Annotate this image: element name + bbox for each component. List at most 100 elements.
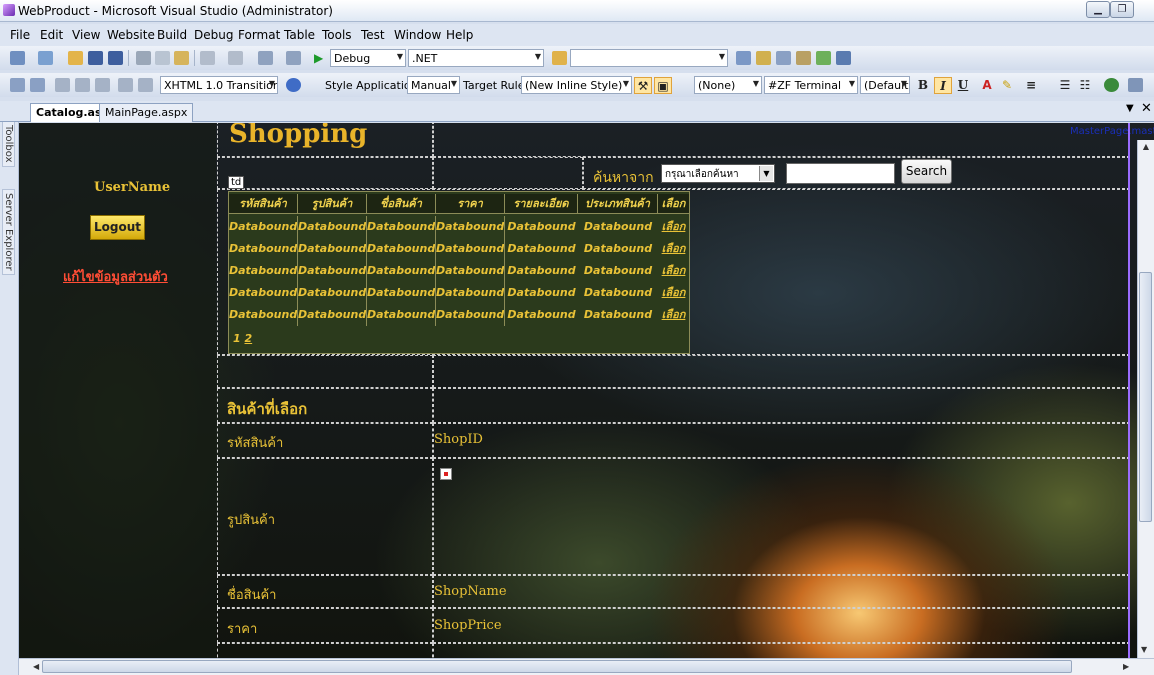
font-name-select[interactable]: #ZF Terminal ▼ bbox=[764, 76, 858, 94]
toolbox-icon[interactable] bbox=[796, 51, 811, 65]
start-page-icon[interactable] bbox=[816, 51, 831, 65]
menu-window[interactable]: Window bbox=[394, 28, 441, 42]
pager-page-2[interactable]: 2 bbox=[245, 332, 253, 345]
new-project-icon[interactable] bbox=[10, 51, 25, 65]
menu-tools[interactable]: Tools bbox=[322, 28, 352, 42]
css-class-select[interactable]: (None) ▼ bbox=[694, 76, 762, 94]
horizontal-scroll-thumb[interactable] bbox=[42, 660, 1072, 673]
undo-icon[interactable] bbox=[200, 51, 215, 65]
other-windows-icon[interactable] bbox=[836, 51, 851, 65]
paste-icon[interactable] bbox=[174, 51, 189, 65]
select-link[interactable]: เลือก bbox=[658, 260, 689, 282]
standard-toolbar: ▶ Debug ▼ .NET ▼ ▼ bbox=[0, 46, 1154, 70]
server-explorer-tab[interactable]: Server Explorer bbox=[2, 189, 15, 275]
save-icon[interactable] bbox=[88, 51, 103, 65]
toolbox-tab[interactable]: Toolbox bbox=[2, 121, 15, 167]
bullets-icon[interactable]: ☰ bbox=[1056, 77, 1074, 94]
vertical-scroll-thumb[interactable] bbox=[1139, 272, 1152, 522]
select-link[interactable]: เลือก bbox=[658, 304, 689, 326]
style-application-select[interactable]: Manual ▼ bbox=[407, 76, 460, 94]
menu-edit[interactable]: Edit bbox=[40, 28, 63, 42]
grid-cell: Databound bbox=[229, 282, 298, 304]
style-app-value: Manual bbox=[411, 79, 451, 92]
find-in-files-icon[interactable] bbox=[552, 51, 567, 65]
menu-file[interactable]: File bbox=[10, 28, 30, 42]
target-rule-value: (New Inline Style) bbox=[525, 79, 623, 92]
scroll-left-icon[interactable]: ◀ bbox=[33, 662, 39, 671]
select-link[interactable]: เลือก bbox=[658, 216, 689, 238]
underline-button[interactable]: U bbox=[954, 77, 972, 94]
font-size-select[interactable]: (Default ▼ bbox=[860, 76, 910, 94]
indent-icon[interactable] bbox=[10, 78, 25, 92]
menu-website[interactable]: Website bbox=[107, 28, 155, 42]
restore-button[interactable]: ❐ bbox=[1110, 1, 1134, 18]
doctype-select[interactable]: XHTML 1.0 Transition ▼ bbox=[160, 76, 278, 94]
menu-format[interactable]: Format bbox=[238, 28, 280, 42]
decrease-indent-icon[interactable] bbox=[95, 78, 110, 92]
hyperlink-icon[interactable] bbox=[1104, 78, 1119, 92]
more-tools-icon[interactable] bbox=[1128, 78, 1143, 92]
menu-table[interactable]: Table bbox=[284, 28, 315, 42]
copy-icon[interactable] bbox=[155, 51, 170, 65]
separator bbox=[128, 50, 129, 66]
solution-explorer-icon[interactable] bbox=[756, 51, 771, 65]
navigate-backward-icon[interactable] bbox=[258, 51, 273, 65]
save-all-icon[interactable] bbox=[108, 51, 123, 65]
find-icon[interactable] bbox=[736, 51, 751, 65]
align-icon[interactable] bbox=[118, 78, 133, 92]
solution-configuration-select[interactable]: Debug ▼ bbox=[330, 49, 406, 67]
grid-cell: Databound bbox=[507, 308, 576, 321]
scroll-up-icon[interactable]: ▲ bbox=[1138, 142, 1154, 151]
new-style-icon[interactable]: ⚒ bbox=[634, 77, 652, 94]
menu-build[interactable]: Build bbox=[157, 28, 187, 42]
properties-icon[interactable] bbox=[776, 51, 791, 65]
comment-icon[interactable] bbox=[55, 78, 70, 92]
add-item-icon[interactable] bbox=[38, 51, 53, 65]
detail-label-price: ราคา bbox=[227, 622, 258, 637]
scroll-down-icon[interactable]: ▼ bbox=[1141, 645, 1147, 654]
search-type-select[interactable]: กรุณาเลือกค้นหา ▼ bbox=[661, 164, 775, 183]
menu-view[interactable]: View bbox=[72, 28, 100, 42]
layout-cell bbox=[217, 355, 433, 388]
tab-mainpage[interactable]: MainPage.aspx bbox=[99, 103, 194, 122]
find-combo[interactable]: ▼ bbox=[570, 49, 728, 67]
minimize-button[interactable]: ▁ bbox=[1086, 1, 1110, 18]
close-icon[interactable]: ✕ bbox=[1141, 101, 1152, 116]
outdent-icon[interactable] bbox=[30, 78, 45, 92]
align-left-icon[interactable]: ≡ bbox=[1022, 77, 1040, 94]
start-debugging-icon[interactable]: ▶ bbox=[314, 51, 323, 65]
redo-icon[interactable] bbox=[228, 51, 243, 65]
separator bbox=[194, 50, 195, 66]
target-rule-select[interactable]: (New Inline Style) ▼ bbox=[521, 76, 632, 94]
font-color-icon[interactable]: A bbox=[978, 77, 996, 94]
navigate-forward-icon[interactable] bbox=[286, 51, 301, 65]
grid-header-id: รหัสสินค้า bbox=[229, 194, 298, 214]
bold-button[interactable]: B bbox=[914, 77, 932, 94]
logout-button[interactable]: Logout bbox=[90, 215, 145, 240]
italic-button[interactable]: I bbox=[934, 77, 952, 94]
uncomment-icon[interactable] bbox=[75, 78, 90, 92]
search-input[interactable] bbox=[786, 163, 895, 184]
reuse-style-icon[interactable]: ▣ bbox=[654, 77, 672, 94]
numbering-icon[interactable]: ☷ bbox=[1076, 77, 1094, 94]
menu-help[interactable]: Help bbox=[446, 28, 473, 42]
open-file-icon[interactable] bbox=[68, 51, 83, 65]
selection-border bbox=[1128, 123, 1130, 658]
chevron-down-icon[interactable]: ▼ bbox=[1126, 103, 1134, 114]
side-tool-strip: Toolbox Server Explorer bbox=[0, 101, 19, 675]
scroll-right-icon[interactable]: ▶ bbox=[1123, 662, 1129, 671]
menu-test[interactable]: Test bbox=[361, 28, 385, 42]
highlight-icon[interactable]: ✎ bbox=[998, 77, 1016, 94]
select-link[interactable]: เลือก bbox=[658, 238, 689, 260]
check-accessibility-icon[interactable] bbox=[286, 78, 301, 92]
search-button[interactable]: Search bbox=[901, 159, 952, 184]
format-icon[interactable] bbox=[138, 78, 153, 92]
layout-cell bbox=[217, 643, 433, 658]
page-banner: Shopping bbox=[229, 123, 368, 149]
select-link[interactable]: เลือก bbox=[658, 282, 689, 304]
menu-debug[interactable]: Debug bbox=[194, 28, 233, 42]
edit-profile-link[interactable]: แก้ไขข้อมูลส่วนตัว bbox=[63, 266, 168, 287]
grid-cell: Databound bbox=[583, 220, 653, 233]
solution-platform-select[interactable]: .NET ▼ bbox=[408, 49, 544, 67]
cut-icon[interactable] bbox=[136, 51, 151, 65]
